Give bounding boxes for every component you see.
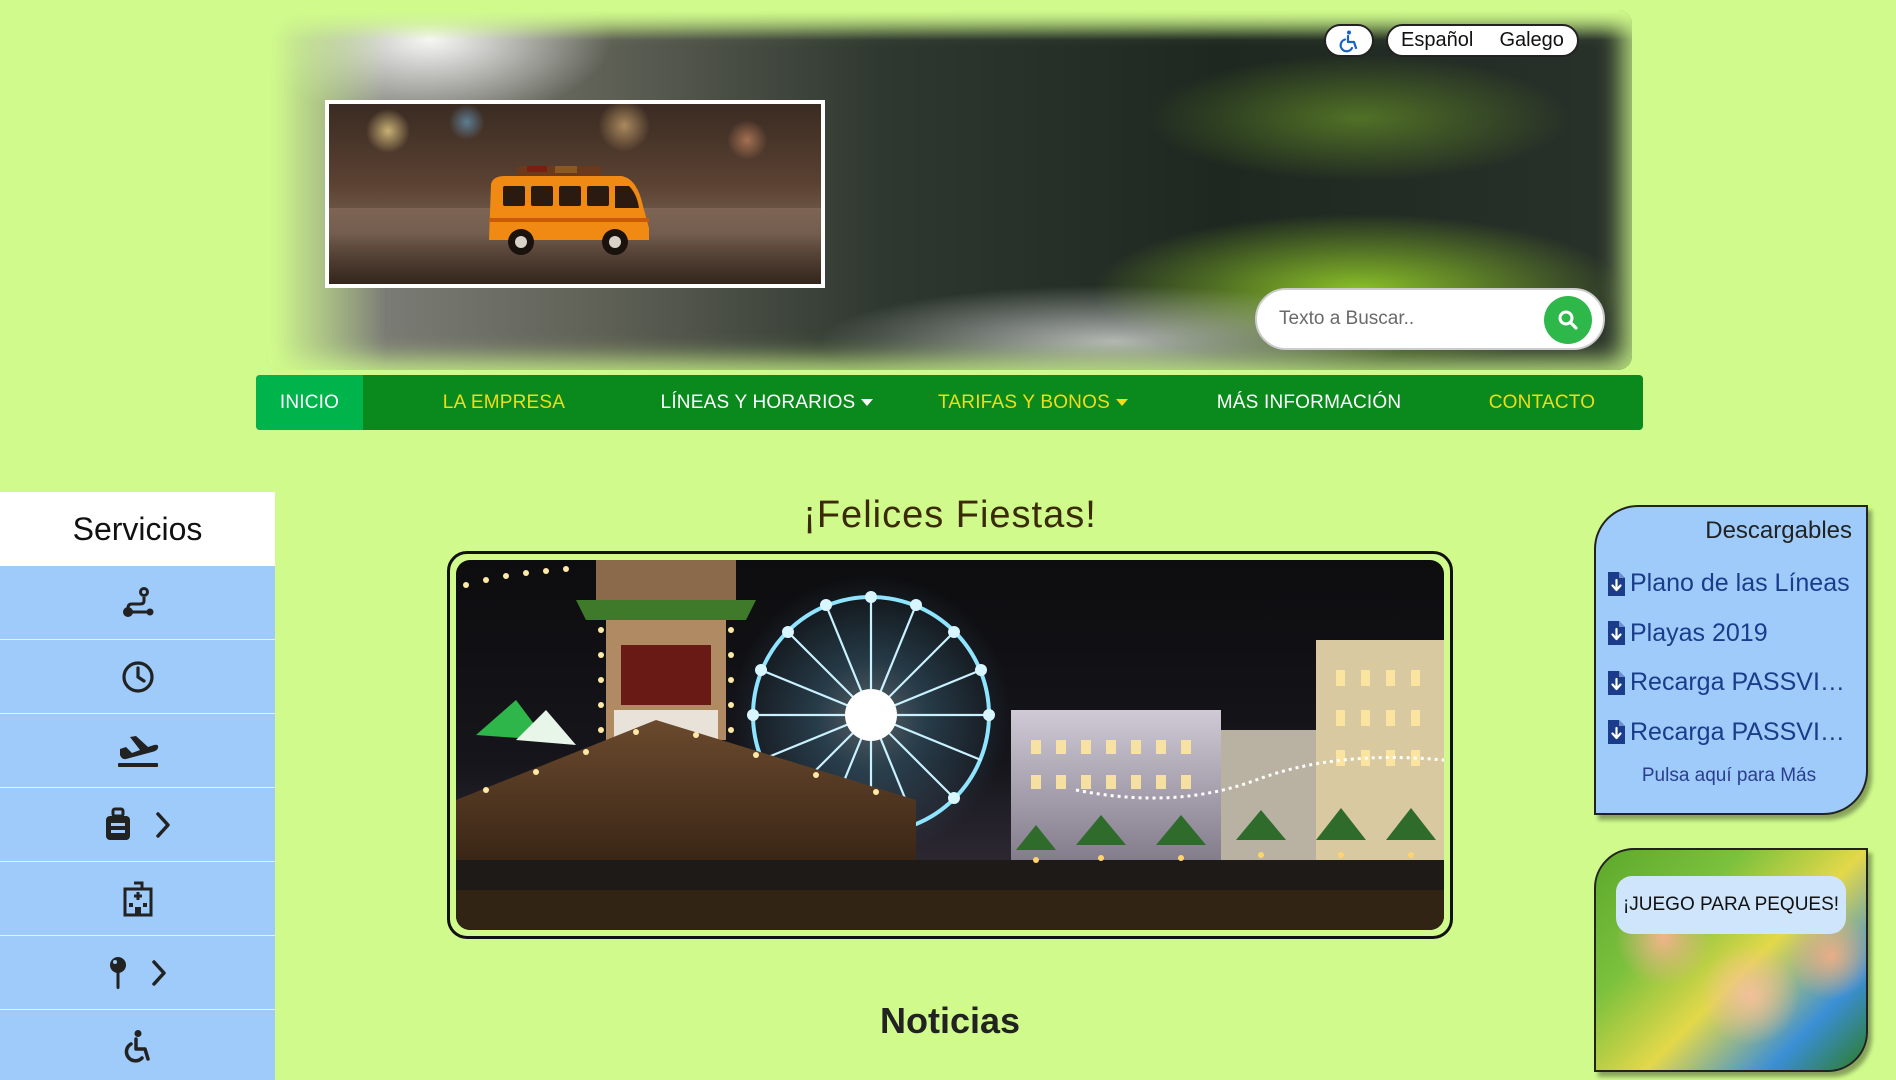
hospital-icon xyxy=(123,881,152,916)
search-button[interactable] xyxy=(1544,296,1592,344)
sidebar-item-hospital[interactable] xyxy=(0,862,275,936)
nav-label: LÍNEAS Y HORARIOS xyxy=(660,391,856,413)
hero-image[interactable] xyxy=(456,560,1444,930)
sidebar-item-places[interactable] xyxy=(0,936,275,1010)
file-download-icon xyxy=(1608,670,1625,695)
nav-mas-informacion[interactable]: MÁS INFORMACIÓN xyxy=(1177,375,1441,430)
file-download-icon xyxy=(1608,720,1625,745)
download-item[interactable]: Recarga PASSVIGO xyxy=(1606,658,1852,708)
services-sidebar: Servicios xyxy=(0,492,275,1080)
accessibility-button[interactable] xyxy=(1324,24,1374,57)
caret-down-icon xyxy=(861,399,874,406)
bus-logo-icon xyxy=(489,166,649,255)
main-nav: INICIO LA EMPRESA LÍNEAS Y HORARIOS TARI… xyxy=(256,375,1643,430)
nav-label: CONTACTO xyxy=(1488,391,1596,413)
luggage-icon xyxy=(105,807,130,840)
nav-label: INICIO xyxy=(279,391,340,413)
nav-tarifas-bonos[interactable]: TARIFAS Y BONOS xyxy=(889,375,1177,430)
download-label: Playas 2019 xyxy=(1630,618,1768,647)
file-download-icon xyxy=(1608,621,1625,646)
nav-inicio[interactable]: INICIO xyxy=(256,375,363,430)
hero-image-frame xyxy=(447,551,1453,939)
clock-icon xyxy=(121,660,154,693)
chevron-right-icon xyxy=(151,959,166,986)
map-pin-icon xyxy=(109,956,126,989)
download-item[interactable]: Plano de las Líneas xyxy=(1606,559,1852,609)
caret-down-icon xyxy=(1115,399,1128,406)
download-item[interactable]: Recarga PASSVIGO xyxy=(1606,708,1852,758)
nav-contacto[interactable]: CONTACTO xyxy=(1441,375,1643,430)
nav-la-empresa[interactable]: LA EMPRESA xyxy=(363,375,645,430)
downloads-title: Descargables xyxy=(1705,517,1852,544)
kids-game-banner[interactable]: ¡JUEGO PARA PEQUES! xyxy=(1594,848,1868,1072)
search-icon xyxy=(1558,310,1578,330)
sidebar-item-accessibility[interactable] xyxy=(0,1010,275,1080)
search-input[interactable] xyxy=(1279,308,1529,330)
logo-image[interactable] xyxy=(325,100,825,288)
download-label: Recarga PASSVIGO xyxy=(1630,668,1852,697)
nav-lineas-horarios[interactable]: LÍNEAS Y HORARIOS xyxy=(645,375,889,430)
downloads-panel: Descargables Plano de las Líneas Playas … xyxy=(1594,505,1868,815)
sidebar-item-schedule[interactable] xyxy=(0,640,275,714)
nav-label: TARIFAS Y BONOS xyxy=(938,391,1110,413)
nav-label: LA EMPRESA xyxy=(442,391,566,413)
sidebar-item-routes[interactable] xyxy=(0,566,275,640)
search-bar xyxy=(1255,288,1605,350)
sidebar-item-airport[interactable] xyxy=(0,714,275,788)
sidebar-title: Servicios xyxy=(0,492,275,566)
lang-galician[interactable]: Galego xyxy=(1499,29,1564,52)
sidebar-item-luggage[interactable] xyxy=(0,788,275,862)
airplane-icon xyxy=(117,735,158,767)
download-label: Plano de las Líneas xyxy=(1630,569,1850,598)
route-icon xyxy=(122,586,153,617)
file-download-icon xyxy=(1608,571,1625,596)
nav-label: MÁS INFORMACIÓN xyxy=(1216,391,1402,413)
kids-game-label[interactable]: ¡JUEGO PARA PEQUES! xyxy=(1616,876,1846,934)
news-heading: Noticias xyxy=(879,1000,1021,1041)
page-title: ¡Felices Fiestas! xyxy=(803,494,1097,536)
download-label: Recarga PASSVIGO xyxy=(1630,717,1852,746)
wheelchair-icon xyxy=(1339,30,1358,52)
christmas-market-illustration xyxy=(456,560,1444,930)
downloads-more-link[interactable]: Pulsa aquí para Más xyxy=(1606,765,1852,787)
chevron-right-icon xyxy=(155,811,170,838)
language-selector: Español Galego xyxy=(1386,24,1579,57)
wheelchair-icon xyxy=(124,1029,150,1063)
download-item[interactable]: Playas 2019 xyxy=(1606,609,1852,659)
lang-spanish[interactable]: Español xyxy=(1401,29,1473,52)
